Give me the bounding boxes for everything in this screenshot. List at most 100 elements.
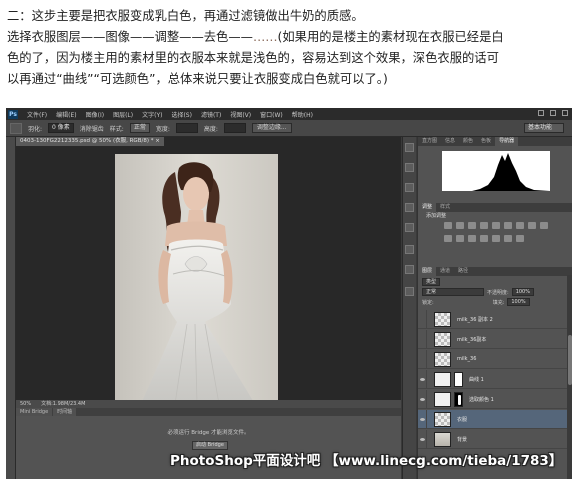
tool-presets-icon[interactable] xyxy=(405,287,414,296)
maximize-icon[interactable] xyxy=(550,110,556,116)
tab-paths[interactable]: 路径 xyxy=(454,267,472,276)
width-input[interactable] xyxy=(175,123,198,133)
document-area[interactable]: 0403-130FG2212335.psd @ 50% (衣服, RGB/8) … xyxy=(16,137,401,416)
lock-row: 锁定: 填充: 100% xyxy=(422,298,530,306)
actions-icon[interactable] xyxy=(405,163,414,172)
tab-swatches[interactable]: 色板 xyxy=(477,137,495,146)
menu-image[interactable]: 图像(I) xyxy=(86,110,104,119)
antialias-checkbox[interactable]: 消除锯齿 xyxy=(80,124,104,133)
invert-icon[interactable] xyxy=(468,235,476,242)
menu-window[interactable]: 窗口(W) xyxy=(260,110,283,119)
history-icon[interactable] xyxy=(405,143,414,152)
opacity-input[interactable]: 100% xyxy=(511,288,534,296)
options-bar: 羽化: 0 像素 消除锯齿 样式: 正常 宽度: 高度: 调整边缘... 基本功… xyxy=(6,120,572,137)
refine-edge-button[interactable]: 调整边缘... xyxy=(251,123,292,133)
visibility-eye-icon[interactable] xyxy=(418,349,427,369)
visibility-eye-icon[interactable] xyxy=(418,309,427,329)
layer-row[interactable]: 曲线 1 xyxy=(418,369,567,389)
fill-label: 填充: xyxy=(492,299,505,306)
tab-mini-bridge[interactable]: Mini Bridge xyxy=(16,408,53,416)
tab-channels[interactable]: 通道 xyxy=(436,267,454,276)
bride-photo-image xyxy=(115,154,278,404)
tab-layers[interactable]: 图层 xyxy=(418,267,437,276)
layer-mask-thumbnail[interactable] xyxy=(454,371,463,387)
tab-info[interactable]: 信息 xyxy=(441,137,459,146)
gradient-map-icon[interactable] xyxy=(504,235,512,242)
brightness-icon[interactable] xyxy=(444,222,452,229)
visibility-eye-icon[interactable] xyxy=(418,409,427,429)
menu-file[interactable]: 文件(F) xyxy=(27,110,47,119)
layer-row-selected[interactable]: 衣服 xyxy=(418,409,567,429)
add-adjustment-label: 添加调整 xyxy=(426,213,447,219)
character-icon[interactable] xyxy=(405,245,414,254)
zoom-level[interactable]: 50% xyxy=(20,400,31,408)
visibility-eye-icon[interactable] xyxy=(418,369,427,389)
photoshop-window: Ps 文件(F) 编辑(E) 图像(I) 图层(L) 文字(Y) 选择(S) 滤… xyxy=(6,108,572,479)
feather-input[interactable]: 0 像素 xyxy=(48,123,74,133)
document-tab[interactable]: 0403-130FG2212335.psd @ 50% (衣服, RGB/8) … xyxy=(16,137,164,146)
menu-view[interactable]: 视图(V) xyxy=(230,110,251,119)
blend-mode-select[interactable]: 正常 xyxy=(422,288,484,296)
menu-filter[interactable]: 滤镜(T) xyxy=(201,110,221,119)
hue-saturation-icon[interactable] xyxy=(504,222,512,229)
instruction-line-2: 选择衣服图层——图像——调整——去色——……(如果用的是楼主的素材现在衣服已经是… xyxy=(7,27,572,48)
photo-filter-icon[interactable] xyxy=(540,222,548,229)
vibrance-icon[interactable] xyxy=(492,222,500,229)
workspace-select[interactable]: 基本功能 xyxy=(524,123,564,133)
photoshop-logo-icon: Ps xyxy=(8,109,18,119)
menu-select[interactable]: 选择(S) xyxy=(171,110,192,119)
visibility-eye-icon[interactable] xyxy=(418,429,427,449)
tab-adjustments[interactable]: 调整 xyxy=(418,203,437,212)
histogram-panel-tabs: 直方图 信息 颜色 色板 导航器 xyxy=(418,137,572,146)
color-lookup-icon[interactable] xyxy=(456,235,464,242)
minimize-icon[interactable] xyxy=(538,110,544,116)
channel-mixer-icon[interactable] xyxy=(444,235,452,242)
layer-mask-thumbnail[interactable] xyxy=(454,391,463,407)
paragraph-icon[interactable] xyxy=(405,265,414,274)
color-balance-icon[interactable] xyxy=(516,222,524,229)
tab-timeline[interactable]: 时间轴 xyxy=(53,408,77,416)
height-input[interactable] xyxy=(223,123,246,133)
layer-row[interactable]: 背景 xyxy=(418,429,567,449)
kind-filter-select[interactable]: 类型 xyxy=(422,278,441,286)
properties-icon[interactable] xyxy=(405,183,414,192)
menu-layer[interactable]: 图层(L) xyxy=(113,110,133,119)
selective-color-icon[interactable] xyxy=(516,235,524,242)
curves-icon[interactable] xyxy=(468,222,476,229)
tab-styles[interactable]: 样式 xyxy=(436,203,454,212)
menu-edit[interactable]: 编辑(E) xyxy=(56,110,76,119)
layer-row[interactable]: 选取颜色 1 xyxy=(418,389,567,409)
fill-input[interactable]: 100% xyxy=(507,298,530,306)
layer-row[interactable]: milk_36 xyxy=(418,349,567,369)
style-label: 样式: xyxy=(109,125,124,133)
layer-row[interactable]: milk_36副本 xyxy=(418,329,567,349)
visibility-eye-icon[interactable] xyxy=(418,329,427,349)
scrollbar-thumb[interactable] xyxy=(568,335,572,385)
layer-row[interactable]: milk_36 副本 2 xyxy=(418,309,567,329)
threshold-icon[interactable] xyxy=(492,235,500,242)
marquee-tool-icon[interactable] xyxy=(10,122,22,134)
menu-help[interactable]: 帮助(H) xyxy=(292,110,313,119)
style-select[interactable]: 正常 xyxy=(129,123,150,133)
menu-type[interactable]: 文字(Y) xyxy=(142,110,162,119)
tab-navigator[interactable]: 导航器 xyxy=(495,137,519,146)
selective-color-adjustment-icon xyxy=(434,391,451,407)
blend-row: 正常 不透明度: 100% xyxy=(422,288,534,296)
close-icon[interactable] xyxy=(562,110,568,116)
layers-scrollbar[interactable] xyxy=(567,275,572,479)
instruction-line-4: 以再通过“曲线”“可选颜色”，总体来说只要让衣服变成白色就可以了。) xyxy=(7,72,388,86)
toolbox[interactable] xyxy=(6,137,16,479)
tab-histogram[interactable]: 直方图 xyxy=(418,137,441,146)
levels-icon[interactable] xyxy=(456,222,464,229)
black-white-icon[interactable] xyxy=(528,222,536,229)
brush-icon[interactable] xyxy=(405,203,414,212)
clone-source-icon[interactable] xyxy=(405,223,414,232)
exposure-icon[interactable] xyxy=(480,222,488,229)
document-size[interactable]: 文档:1.98M/23.4M xyxy=(41,400,85,408)
menu-bar: Ps 文件(F) 编辑(E) 图像(I) 图层(L) 文字(Y) 选择(S) 滤… xyxy=(6,108,572,120)
canvas-photo[interactable] xyxy=(115,154,278,404)
tab-color[interactable]: 颜色 xyxy=(459,137,477,146)
posterize-icon[interactable] xyxy=(480,235,488,242)
instruction-line-2-steps: 选择衣服图层——图像——调整——去色—— xyxy=(7,30,253,44)
visibility-eye-icon[interactable] xyxy=(418,389,427,409)
